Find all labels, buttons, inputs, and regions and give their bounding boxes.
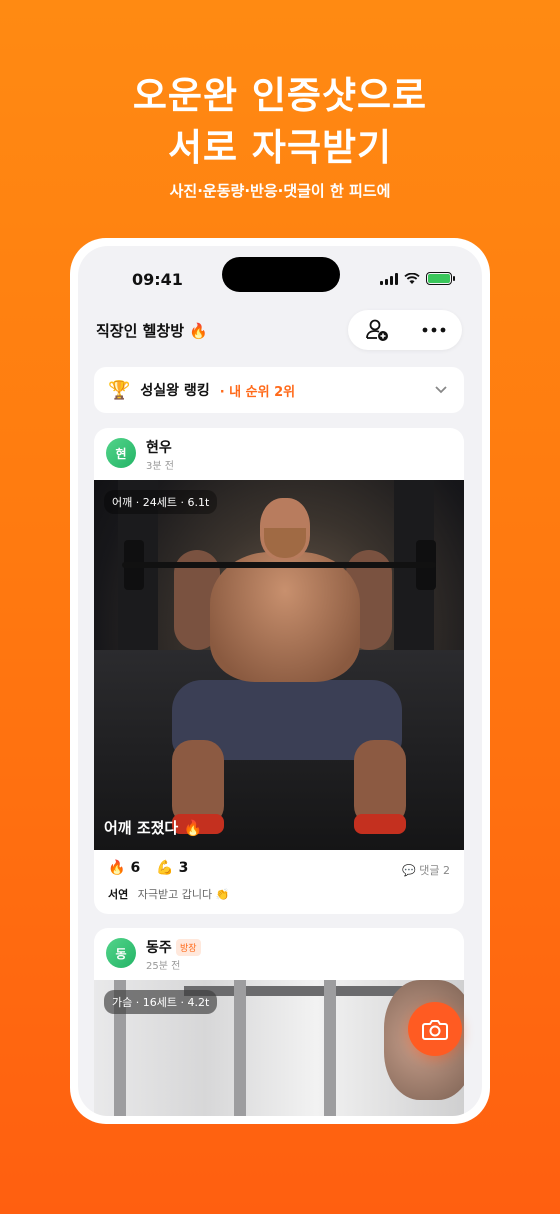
avatar[interactable]: 현 [106,438,136,468]
signal-icon [380,272,398,285]
post-header: 동 동주 방장 25분 전 [94,928,464,980]
header-actions [348,310,462,350]
athlete-shoe [354,814,406,834]
reaction-bar: 🔥 6 💪 3 [108,860,188,876]
chevron-down-icon [435,386,447,394]
fire-count: 6 [130,860,141,876]
wifi-icon [404,272,420,284]
muscle-icon: 💪 [156,860,174,876]
feed-post: 현 현우 3분 전 어깨 · 24세트 · 6.1t 어깨 조졌다 🔥 🔥 6 … [94,428,464,914]
headline-line-2: 서로 자극받기 [167,126,393,169]
workout-summary-tag: 어깨 · 24세트 · 6.1t [104,490,218,514]
gym-bar [234,980,246,1116]
my-rank: · 내 순위 2위 [219,384,296,400]
status-bar: 09:41 [78,246,482,302]
promo-headline: 오운완 인증샷으로 서로 자극받기 [0,70,560,174]
status-time: 09:41 [132,270,183,289]
more-icon [422,327,445,333]
app-screen: 09:41 직장인 헬창방 🔥 🏆 성실왕 랭킹 · 내 순위 2위 현 현우 … [78,246,482,1116]
fire-reaction-button[interactable]: 🔥 6 [108,860,140,876]
gym-bar [324,980,336,1116]
post-author[interactable]: 동주 [146,937,172,957]
post-caption: 어깨 조졌다 🔥 [104,819,203,837]
comment-text: 자극받고 갑니다 👏 [137,888,230,901]
ranking-banner[interactable]: 🏆 성실왕 랭킹 · 내 순위 2위 [94,367,464,413]
barbell [122,562,436,568]
muscle-reaction-button[interactable]: 💪 3 [156,860,188,876]
trophy-icon: 🏆 [108,379,131,401]
comments-button[interactable]: 💬 댓글 2 [402,862,450,878]
comment-author: 서연 [108,888,129,901]
headline-line-1: 오운완 인증샷으로 [132,74,428,117]
workout-photo[interactable]: 어깨 · 24세트 · 6.1t 어깨 조졌다 🔥 [94,480,464,850]
promo-subline: 사진·운동량·반응·댓글이 한 피드에 [169,182,391,200]
ranking-label: 성실왕 랭킹 [140,383,210,399]
post-author[interactable]: 현우 [146,437,172,457]
muscle-count: 3 [178,860,189,876]
phone-frame: 09:41 직장인 헬창방 🔥 🏆 성실왕 랭킹 · 내 순위 2위 현 현우 … [70,238,490,1124]
post-time: 25분 전 [146,961,181,972]
camera-button[interactable] [408,1002,462,1056]
add-member-button[interactable] [357,310,397,350]
workout-photo[interactable]: 가슴 · 16세트 · 4.2t [94,980,464,1116]
workout-summary-tag: 가슴 · 16세트 · 4.2t [104,990,218,1014]
fire-icon: 🔥 [108,860,126,876]
gym-frame [184,986,404,996]
add-user-icon [365,319,388,341]
more-button[interactable] [414,310,454,350]
camera-icon [422,1020,448,1040]
status-icons [380,272,455,285]
comment-preview[interactable]: 서연 자극받고 갑니다 👏 [108,886,229,902]
battery-icon [426,272,455,285]
avatar[interactable]: 동 [106,938,136,968]
post-header: 현 현우 3분 전 [94,428,464,480]
athlete-torso [210,552,360,682]
room-header: 직장인 헬창방 🔥 [78,308,482,352]
dynamic-island [222,257,340,292]
host-badge: 방장 [176,939,201,956]
room-title: 직장인 헬창방 🔥 [96,322,208,340]
post-time: 3분 전 [146,461,174,472]
